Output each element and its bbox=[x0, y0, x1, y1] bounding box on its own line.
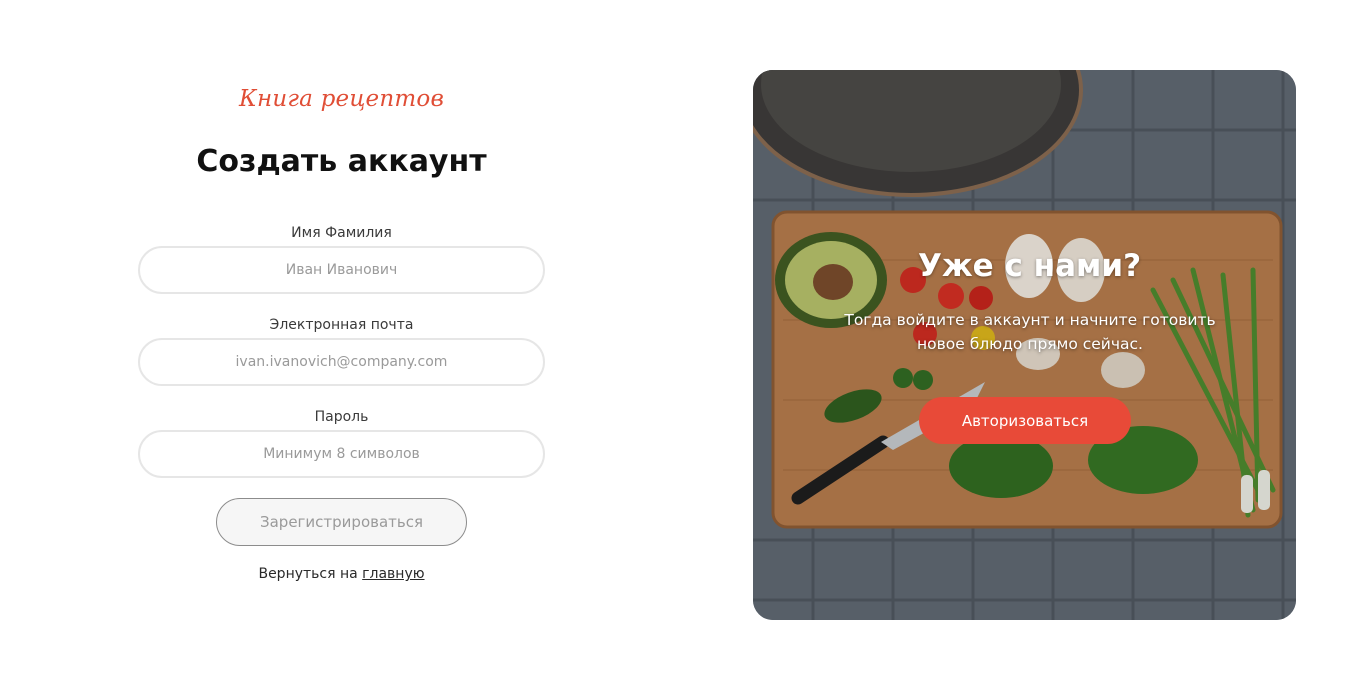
login-button[interactable]: Авторизоваться bbox=[919, 397, 1131, 444]
email-label: Электронная почта bbox=[269, 317, 414, 333]
promo-text: Тогда войдите в аккаунт и начните готови… bbox=[844, 311, 1216, 353]
register-page: Книга рецептов Создать аккаунт Имя Фамил… bbox=[0, 0, 1349, 690]
register-button[interactable]: Зарегистрироваться bbox=[216, 498, 467, 546]
login-promo-card: Уже с нами? Тогда войдите в аккаунт и на… bbox=[753, 70, 1296, 620]
promo-title: Уже с нами? bbox=[917, 248, 1142, 284]
password-field[interactable] bbox=[138, 430, 545, 478]
name-label: Имя Фамилия bbox=[291, 225, 392, 241]
page-title: Создать аккаунт bbox=[196, 144, 487, 179]
email-field[interactable] bbox=[138, 338, 545, 386]
brand-logo-text[interactable]: Книга рецептов bbox=[138, 86, 545, 112]
back-prefix-text: Вернуться на bbox=[258, 566, 363, 582]
back-to-home: Вернуться на главную bbox=[138, 566, 545, 582]
password-label: Пароль bbox=[314, 409, 369, 425]
name-field[interactable] bbox=[138, 246, 545, 294]
home-link[interactable]: главную bbox=[362, 566, 424, 582]
register-form-panel: Книга рецептов Создать аккаунт Имя Фамил… bbox=[138, 0, 545, 690]
